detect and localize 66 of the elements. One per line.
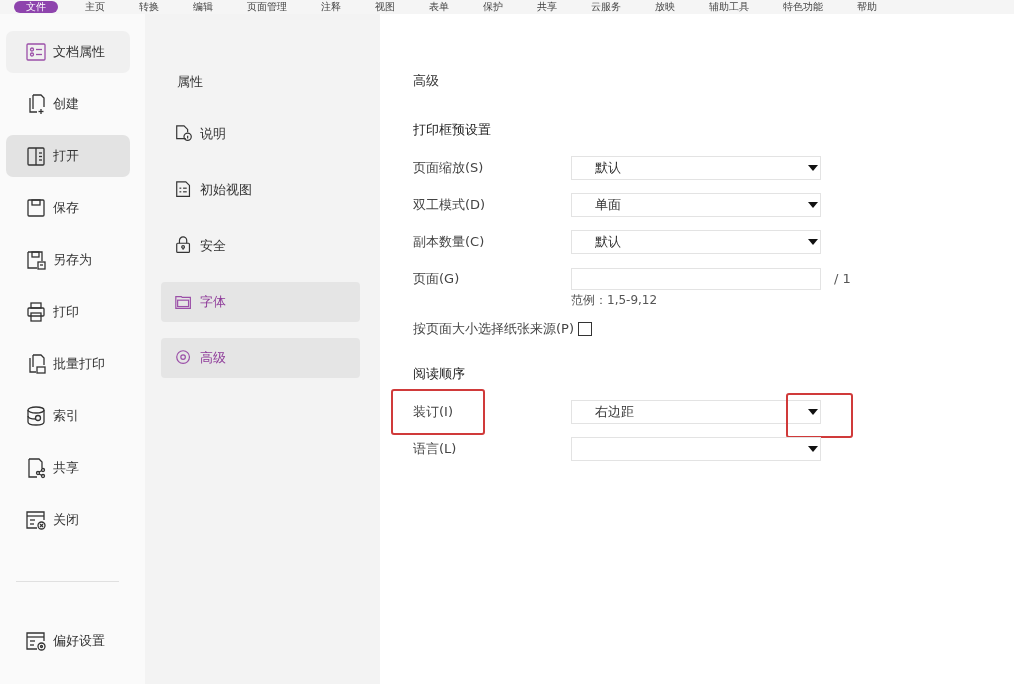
field-label: 语言(L) [413, 439, 458, 458]
menu-tab[interactable]: 主页 [78, 1, 112, 13]
dropdown-arrow-icon [808, 201, 818, 208]
dropdown-arrow-icon [808, 164, 818, 171]
checkbox[interactable] [578, 321, 592, 336]
field-label: 副本数量(C) [413, 232, 486, 251]
menu-tab[interactable]: 特色功能 [776, 1, 830, 13]
dropdown[interactable]: 默认 [571, 155, 821, 180]
menu-tab[interactable]: 视图 [368, 1, 402, 13]
printer-icon [25, 301, 47, 323]
menu-tab[interactable]: 表单 [422, 1, 456, 13]
example-hint: 范例：1,5-9,12 [571, 293, 658, 307]
menu-tab[interactable]: 页面管理 [240, 1, 294, 13]
share-icon [25, 457, 47, 479]
dropdown[interactable]: 默认 [571, 229, 821, 254]
dropdown-arrow-icon [808, 408, 818, 415]
field-label: 双工模式(D) [413, 195, 487, 214]
menu-tab[interactable]: 文件 [14, 1, 58, 13]
menu-tab[interactable]: 编辑 [186, 1, 220, 13]
sidebar-item[interactable]: 打印 [6, 291, 130, 333]
sidebar-item[interactable]: 创建 [6, 83, 130, 125]
sidebar-item[interactable]: 偏好设置 [6, 620, 130, 662]
database-icon [25, 405, 47, 427]
dropdown-arrow-icon [808, 238, 818, 245]
sidebar-item[interactable]: 保存 [6, 187, 130, 229]
settings-icon [25, 630, 47, 652]
close-document-icon [25, 509, 47, 531]
field-label: 装订(I) [391, 388, 485, 435]
panel-title: 高级 [413, 72, 440, 90]
menu-tab[interactable]: 辅助工具 [702, 1, 756, 13]
open-book-icon [25, 145, 47, 167]
menu-tab[interactable]: 注释 [314, 1, 348, 13]
dropdown[interactable]: 右边距 [571, 399, 821, 424]
sidebar-item[interactable]: 文档属性 [6, 31, 130, 73]
dropdown[interactable] [571, 436, 821, 461]
menu-tab[interactable]: 保护 [476, 1, 510, 13]
document-info-icon [174, 124, 194, 144]
sidebar-item[interactable]: 关闭 [6, 499, 130, 541]
page-range-field[interactable] [571, 267, 821, 290]
dropdown[interactable]: 单面 [571, 192, 821, 217]
sidebar-item[interactable]: 索引 [6, 395, 130, 437]
section-heading: 打印框预设置 [413, 121, 492, 139]
field-label: 按页面大小选择纸张来源(P) [413, 319, 574, 338]
menu-tab[interactable]: 云服务 [584, 1, 628, 13]
section-heading: 阅读顺序 [413, 365, 466, 383]
category-item[interactable]: 说明 [161, 114, 360, 154]
dropdown-arrow-icon [808, 445, 818, 452]
section-title: 属性 [176, 73, 204, 91]
category-item[interactable]: 安全 [161, 226, 360, 266]
sidebar-item[interactable]: 共享 [6, 447, 130, 489]
sidebar-item[interactable]: 另存为 [6, 239, 130, 281]
page-count: / 1 [834, 271, 851, 286]
sidebar-item[interactable]: 批量打印 [6, 343, 130, 385]
field-label: 页面缩放(S) [413, 158, 485, 177]
menu-tab[interactable]: 转换 [132, 1, 166, 13]
field-label: 页面(G) [413, 269, 461, 288]
category-item[interactable]: 初始视图 [161, 170, 360, 210]
category-item[interactable]: 高级 [161, 338, 360, 378]
category-item[interactable]: 字体 [161, 282, 360, 322]
sidebar-item[interactable]: 打开 [6, 135, 130, 177]
save-icon [25, 197, 47, 219]
menu-tab[interactable]: 帮助 [850, 1, 884, 13]
save-as-icon [25, 249, 47, 271]
list-card-icon [25, 41, 47, 63]
menu-tab[interactable]: 共享 [530, 1, 564, 13]
menu-tab[interactable]: 放映 [648, 1, 682, 13]
